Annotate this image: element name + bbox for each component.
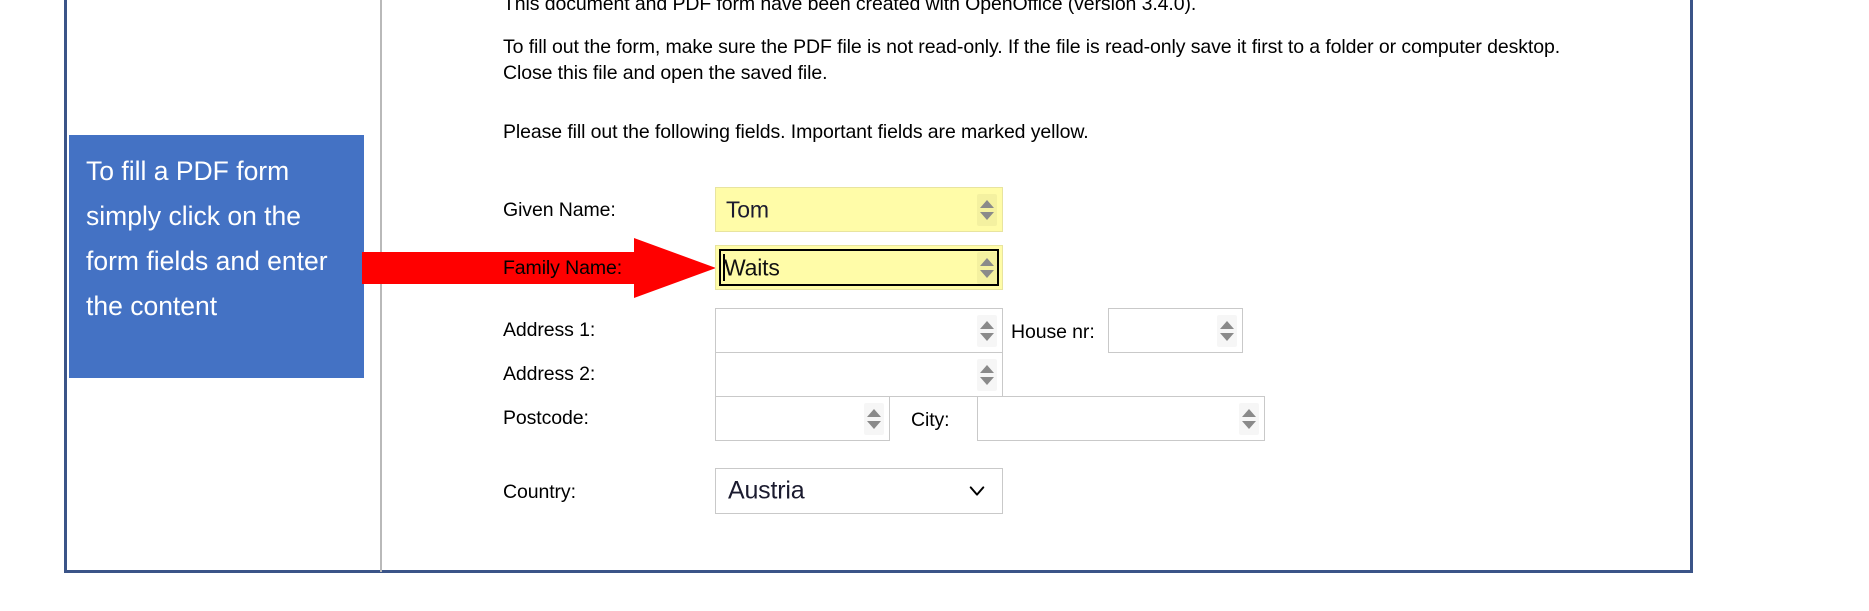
page-border-left	[64, 0, 67, 573]
family-name-value: Waits	[724, 254, 780, 280]
fill-note-paragraph: Please fill out the following fields. Im…	[503, 121, 1089, 143]
address-1-label: Address 1:	[503, 319, 596, 341]
intro-paragraph: This document and PDF form have been cre…	[503, 0, 1197, 15]
spinner-updown-icon[interactable]	[977, 251, 997, 284]
chevron-down-icon[interactable]	[968, 482, 986, 500]
pdf-page-canvas: This document and PDF form have been cre…	[0, 0, 1869, 611]
city-label: City:	[911, 409, 950, 431]
spinner-updown-icon[interactable]	[1217, 315, 1237, 347]
house-nr-label: House nr:	[1011, 321, 1095, 343]
spinner-updown-icon[interactable]	[977, 315, 997, 347]
country-label: Country:	[503, 481, 576, 503]
spinner-updown-icon[interactable]	[864, 403, 884, 435]
city-input[interactable]	[977, 396, 1265, 441]
page-border-right	[1690, 0, 1693, 573]
country-value: Austria	[728, 476, 805, 505]
spinner-updown-icon[interactable]	[977, 359, 997, 391]
page-border-bottom	[64, 570, 1693, 573]
spinner-updown-icon[interactable]	[1239, 403, 1259, 435]
address-1-input[interactable]	[715, 308, 1003, 353]
address-2-input[interactable]	[715, 352, 1003, 397]
given-name-input[interactable]: Tom	[715, 187, 1003, 232]
spinner-updown-icon[interactable]	[977, 193, 997, 226]
given-name-value: Tom	[726, 196, 769, 222]
given-name-label: Given Name:	[503, 199, 616, 221]
instructions-paragraph: To fill out the form, make sure the PDF …	[503, 36, 1561, 84]
family-name-input[interactable]: Waits	[715, 245, 1003, 290]
callout-box: To fill a PDF form simply click on the f…	[69, 135, 364, 378]
postcode-label: Postcode:	[503, 407, 589, 429]
house-nr-input[interactable]	[1108, 308, 1243, 353]
country-select[interactable]: Austria	[715, 468, 1003, 514]
postcode-input[interactable]	[715, 396, 890, 441]
address-2-label: Address 2:	[503, 363, 596, 385]
family-name-label: Family Name:	[503, 257, 623, 279]
